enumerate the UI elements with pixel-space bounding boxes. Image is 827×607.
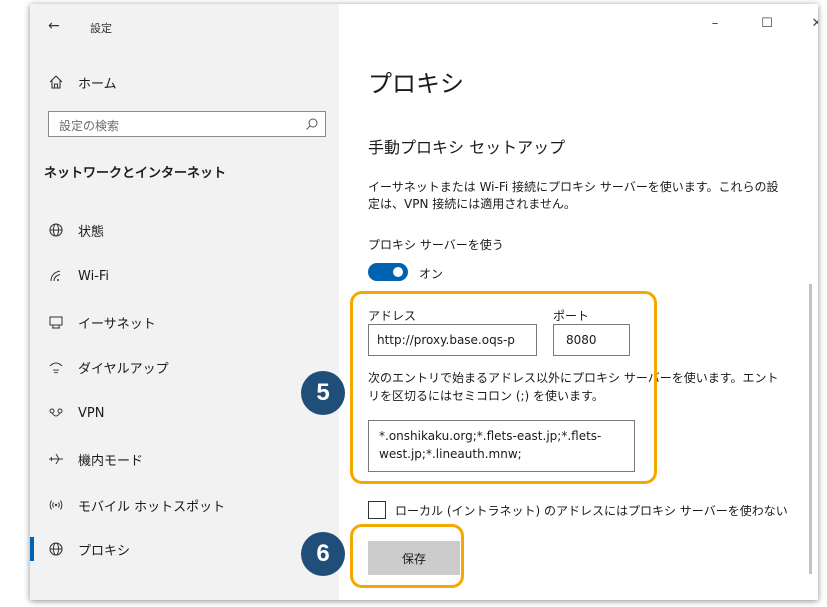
back-arrow-icon[interactable]: ← xyxy=(48,18,60,34)
airplane-icon xyxy=(46,449,66,469)
wifi-icon xyxy=(46,266,66,286)
sidebar-item-vpn[interactable]: VPN xyxy=(30,393,339,433)
search-placeholder: 設定の検索 xyxy=(59,119,120,133)
proxy-toggle-label: プロキシ サーバーを使う xyxy=(368,238,504,252)
sidebar-item-label: VPN xyxy=(78,405,105,421)
settings-window: ← 設定 ホーム 設定の検索 ネットワークとインターネット 状態 Wi-Fi イ… xyxy=(30,4,818,600)
step5-badge: 5 xyxy=(301,371,345,415)
sidebar-item-ethernet[interactable]: イーサネット xyxy=(30,302,339,342)
maximize-button[interactable]: ☐ xyxy=(757,16,777,31)
proxy-toggle[interactable] xyxy=(368,263,408,281)
sidebar-item-proxy[interactable]: プロキシ xyxy=(30,529,339,569)
section-title: 手動プロキシ セットアップ xyxy=(368,138,566,157)
page-title: プロキシ xyxy=(368,70,464,98)
sidebar-item-label: イーサネット xyxy=(78,316,156,332)
sidebar-item-home[interactable]: ホーム xyxy=(30,62,339,102)
scrollbar[interactable] xyxy=(809,284,812,574)
search-icon[interactable] xyxy=(305,116,319,135)
sidebar-item-dialup[interactable]: ダイヤルアップ xyxy=(30,347,339,387)
vpn-icon xyxy=(46,403,66,423)
sidebar-section-title: ネットワークとインターネット xyxy=(44,166,227,181)
sidebar-item-mobile-hotspot[interactable]: モバイル ホットスポット xyxy=(30,485,339,525)
sidebar-item-label: モバイル ホットスポット xyxy=(78,499,226,515)
sidebar-item-label: プロキシ xyxy=(78,543,131,559)
minimize-button[interactable]: – xyxy=(705,16,725,31)
search-input[interactable]: 設定の検索 xyxy=(48,111,326,137)
main-panel: – ☐ ✕ プロキシ 手動プロキシ セットアップ イーサネットまたは Wi-Fi… xyxy=(339,4,818,600)
sidebar-item-status[interactable]: 状態 xyxy=(30,210,339,250)
sidebar-item-wifi[interactable]: Wi-Fi xyxy=(30,256,339,296)
hotspot-icon xyxy=(46,495,66,515)
close-button[interactable]: ✕ xyxy=(807,16,818,31)
sidebar-item-label: 機内モード xyxy=(78,453,144,469)
proxy-description: イーサネットまたは Wi-Fi 接続にプロキシ サーバーを使います。これらの設定… xyxy=(368,180,779,211)
step6-badge: 6 xyxy=(301,532,345,576)
window-title: 設定 xyxy=(90,22,112,35)
sidebar-item-airplane-mode[interactable]: 機内モード xyxy=(30,439,339,479)
sidebar-item-label: ホーム xyxy=(78,76,117,92)
step6-highlight xyxy=(350,524,464,588)
sidebar-item-label: 状態 xyxy=(78,224,105,240)
ethernet-icon xyxy=(46,312,66,332)
dialup-icon xyxy=(46,357,66,377)
globe-icon xyxy=(46,220,66,240)
sidebar-item-label: ダイヤルアップ xyxy=(78,361,169,377)
home-icon xyxy=(46,72,66,92)
toggle-state-label: オン xyxy=(419,267,444,281)
local-bypass-label: ローカル (イントラネット) のアドレスにはプロキシ サーバーを使わない xyxy=(395,504,788,518)
local-bypass-checkbox[interactable] xyxy=(368,501,386,519)
toggle-knob xyxy=(393,267,403,277)
sidebar: ← 設定 ホーム 設定の検索 ネットワークとインターネット 状態 Wi-Fi イ… xyxy=(30,4,339,600)
sidebar-item-label: Wi-Fi xyxy=(78,268,110,284)
step5-highlight xyxy=(350,291,657,484)
globe-icon xyxy=(46,539,66,559)
